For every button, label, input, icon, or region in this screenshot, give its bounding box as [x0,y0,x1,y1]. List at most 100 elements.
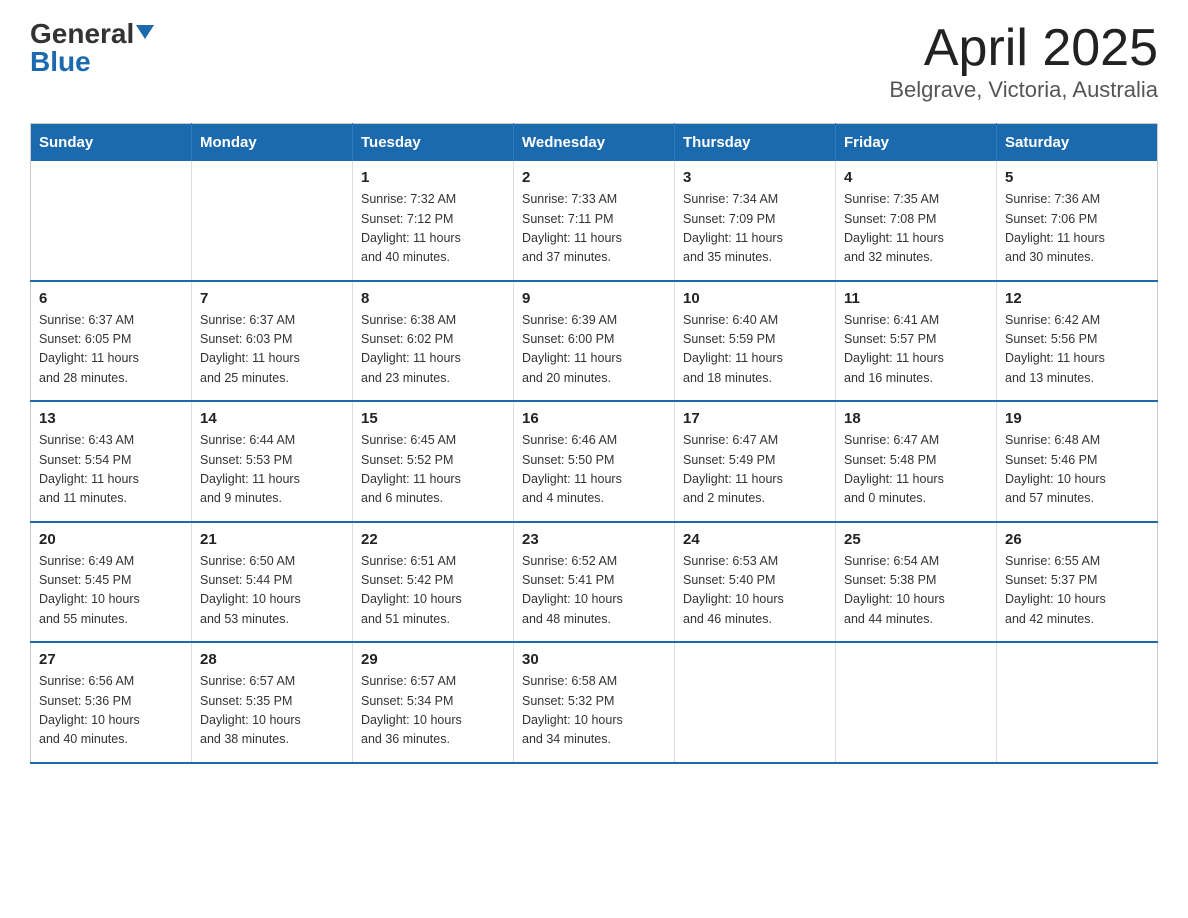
day-info: Sunrise: 6:55 AMSunset: 5:37 PMDaylight:… [1005,552,1149,630]
header-saturday: Saturday [997,124,1158,162]
logo-arrow-icon [136,25,154,44]
day-info: Sunrise: 6:42 AMSunset: 5:56 PMDaylight:… [1005,311,1149,389]
day-info: Sunrise: 6:58 AMSunset: 5:32 PMDaylight:… [522,672,666,750]
header-monday: Monday [192,124,353,162]
calendar-cell-w5-d4: 30Sunrise: 6:58 AMSunset: 5:32 PMDayligh… [514,642,675,763]
calendar-cell-w5-d3: 29Sunrise: 6:57 AMSunset: 5:34 PMDayligh… [353,642,514,763]
week-row-4: 20 Sunrise: 6:49 AMSunset: 5:45 PMDayligh… [31,522,1158,643]
day-number: 20 [39,531,183,548]
day-info: Sunrise: 7:32 AMSunset: 7:12 PMDaylight:… [361,190,505,268]
day-number: 1 [361,169,505,186]
day-info: Sunrise: 7:34 AMSunset: 7:09 PMDaylight:… [683,190,827,268]
day-number: 24 [683,531,827,548]
calendar-cell-w2-d7: 12Sunrise: 6:42 AMSunset: 5:56 PMDayligh… [997,281,1158,402]
calendar-cell-w3-d3: 15 Sunrise: 6:45 AMSunset: 5:52 PMDayligh… [353,401,514,522]
calendar-cell-w4-d2: 21Sunrise: 6:50 AMSunset: 5:44 PMDayligh… [192,522,353,643]
calendar-cell-w5-d7 [997,642,1158,763]
day-info: Sunrise: 6:38 AMSunset: 6:02 PMDaylight:… [361,311,505,389]
day-info: Sunrise: 7:35 AMSunset: 7:08 PMDaylight:… [844,190,988,268]
calendar-cell-w1-d1 [31,161,192,281]
calendar-cell-w1-d6: 4 Sunrise: 7:35 AMSunset: 7:08 PMDaylight… [836,161,997,281]
calendar-cell-w2-d1: 6Sunrise: 6:37 AMSunset: 6:05 PMDaylight… [31,281,192,402]
calendar-cell-w5-d1: 27 Sunrise: 6:56 AMSunset: 5:36 PMDayligh… [31,642,192,763]
calendar-cell-w4-d4: 23 Sunrise: 6:52 AMSunset: 5:41 PMDayligh… [514,522,675,643]
calendar-cell-w1-d7: 5 Sunrise: 7:36 AMSunset: 7:06 PMDaylight… [997,161,1158,281]
day-number: 9 [522,290,666,307]
day-number: 13 [39,410,183,427]
day-info: Sunrise: 7:36 AMSunset: 7:06 PMDaylight:… [1005,190,1149,268]
day-info: Sunrise: 6:47 AMSunset: 5:48 PMDaylight:… [844,431,988,509]
day-info: Sunrise: 6:43 AMSunset: 5:54 PMDaylight:… [39,431,183,509]
day-info: Sunrise: 6:49 AMSunset: 5:45 PMDaylight:… [39,552,183,630]
calendar-cell-w2-d4: 9 Sunrise: 6:39 AMSunset: 6:00 PMDaylight… [514,281,675,402]
calendar-cell-w2-d2: 7Sunrise: 6:37 AMSunset: 6:03 PMDaylight… [192,281,353,402]
day-number: 11 [844,290,988,307]
day-info: Sunrise: 6:54 AMSunset: 5:38 PMDaylight:… [844,552,988,630]
logo: General Blue [30,20,154,76]
page-header: General Blue April 2025 Belgrave, Victor… [30,20,1158,103]
header-thursday: Thursday [675,124,836,162]
header-tuesday: Tuesday [353,124,514,162]
day-info: Sunrise: 6:48 AMSunset: 5:46 PMDaylight:… [1005,431,1149,509]
day-number: 19 [1005,410,1149,427]
calendar-cell-w3-d7: 19 Sunrise: 6:48 AMSunset: 5:46 PMDayligh… [997,401,1158,522]
day-info: Sunrise: 6:40 AMSunset: 5:59 PMDaylight:… [683,311,827,389]
day-info: Sunrise: 6:56 AMSunset: 5:36 PMDaylight:… [39,672,183,750]
day-number: 23 [522,531,666,548]
title-area: April 2025 Belgrave, Victoria, Australia [889,20,1158,103]
calendar-cell-w3-d6: 18 Sunrise: 6:47 AMSunset: 5:48 PMDayligh… [836,401,997,522]
weekday-header-row: Sunday Monday Tuesday Wednesday Thursday… [31,124,1158,162]
calendar-cell-w4-d3: 22Sunrise: 6:51 AMSunset: 5:42 PMDayligh… [353,522,514,643]
day-info: Sunrise: 6:47 AMSunset: 5:49 PMDaylight:… [683,431,827,509]
day-info: Sunrise: 6:57 AMSunset: 5:34 PMDaylight:… [361,672,505,750]
calendar-cell-w1-d4: 2Sunrise: 7:33 AMSunset: 7:11 PMDaylight… [514,161,675,281]
day-number: 7 [200,290,344,307]
day-number: 10 [683,290,827,307]
day-number: 6 [39,290,183,307]
header-wednesday: Wednesday [514,124,675,162]
calendar-cell-w3-d1: 13 Sunrise: 6:43 AMSunset: 5:54 PMDayligh… [31,401,192,522]
calendar-cell-w2-d3: 8 Sunrise: 6:38 AMSunset: 6:02 PMDaylight… [353,281,514,402]
day-number: 3 [683,169,827,186]
day-number: 15 [361,410,505,427]
calendar-cell-w5-d2: 28 Sunrise: 6:57 AMSunset: 5:35 PMDayligh… [192,642,353,763]
day-info: Sunrise: 6:45 AMSunset: 5:52 PMDaylight:… [361,431,505,509]
day-info: Sunrise: 6:53 AMSunset: 5:40 PMDaylight:… [683,552,827,630]
day-number: 28 [200,651,344,668]
week-row-3: 13 Sunrise: 6:43 AMSunset: 5:54 PMDayligh… [31,401,1158,522]
calendar-cell-w3-d4: 16Sunrise: 6:46 AMSunset: 5:50 PMDayligh… [514,401,675,522]
calendar-table: Sunday Monday Tuesday Wednesday Thursday… [30,123,1158,764]
day-number: 25 [844,531,988,548]
calendar-cell-w4-d6: 25 Sunrise: 6:54 AMSunset: 5:38 PMDayligh… [836,522,997,643]
day-number: 8 [361,290,505,307]
day-info: Sunrise: 6:51 AMSunset: 5:42 PMDaylight:… [361,552,505,630]
calendar-cell-w2-d6: 11Sunrise: 6:41 AMSunset: 5:57 PMDayligh… [836,281,997,402]
day-number: 4 [844,169,988,186]
calendar-cell-w5-d5 [675,642,836,763]
day-number: 27 [39,651,183,668]
day-number: 17 [683,410,827,427]
header-sunday: Sunday [31,124,192,162]
calendar-cell-w3-d5: 17 Sunrise: 6:47 AMSunset: 5:49 PMDayligh… [675,401,836,522]
day-info: Sunrise: 6:44 AMSunset: 5:53 PMDaylight:… [200,431,344,509]
day-number: 16 [522,410,666,427]
day-info: Sunrise: 6:39 AMSunset: 6:00 PMDaylight:… [522,311,666,389]
day-number: 5 [1005,169,1149,186]
day-info: Sunrise: 6:57 AMSunset: 5:35 PMDaylight:… [200,672,344,750]
page-subtitle: Belgrave, Victoria, Australia [889,77,1158,103]
calendar-cell-w1-d3: 1 Sunrise: 7:32 AMSunset: 7:12 PMDaylight… [353,161,514,281]
week-row-5: 27 Sunrise: 6:56 AMSunset: 5:36 PMDayligh… [31,642,1158,763]
calendar-cell-w5-d6 [836,642,997,763]
calendar-cell-w2-d5: 10 Sunrise: 6:40 AMSunset: 5:59 PMDayligh… [675,281,836,402]
page-title: April 2025 [889,20,1158,77]
week-row-1: 1 Sunrise: 7:32 AMSunset: 7:12 PMDaylight… [31,161,1158,281]
logo-blue: Blue [30,46,91,77]
day-info: Sunrise: 7:33 AMSunset: 7:11 PMDaylight:… [522,190,666,268]
calendar-cell-w1-d2 [192,161,353,281]
calendar-cell-w4-d5: 24 Sunrise: 6:53 AMSunset: 5:40 PMDayligh… [675,522,836,643]
day-info: Sunrise: 6:50 AMSunset: 5:44 PMDaylight:… [200,552,344,630]
day-number: 18 [844,410,988,427]
logo-general: General [30,20,134,48]
calendar-cell-w3-d2: 14Sunrise: 6:44 AMSunset: 5:53 PMDayligh… [192,401,353,522]
day-info: Sunrise: 6:52 AMSunset: 5:41 PMDaylight:… [522,552,666,630]
